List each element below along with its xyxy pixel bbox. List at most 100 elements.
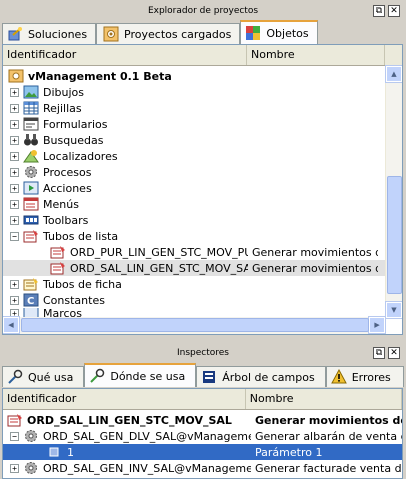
tree-item-busquedas[interactable]: + Busquedas	[3, 132, 402, 148]
hscroll-thumb[interactable]	[20, 318, 369, 332]
tree-item-procesos[interactable]: + Procesos	[3, 164, 402, 180]
column-nombre[interactable]: Nombre	[247, 45, 385, 65]
toolbar-icon	[23, 213, 39, 227]
tree-item-constantes[interactable]: + C Constantes	[3, 292, 402, 308]
inspector-param-row-selected[interactable]: 1 Parámetro 1	[3, 444, 402, 460]
record-pipe-icon	[23, 277, 39, 291]
expand-icon[interactable]: +	[10, 87, 19, 97]
explorer-restore-button[interactable]: ⧉	[373, 5, 385, 17]
constant-icon: C	[23, 293, 39, 307]
explorer-close-button[interactable]: ✕	[388, 5, 400, 17]
collapse-icon[interactable]: −	[10, 431, 19, 441]
inspector-row-id: 1	[67, 445, 74, 459]
scroll-left-button[interactable]: ◀	[3, 316, 20, 334]
tab-errores-label: Errores	[351, 370, 391, 384]
explorer-tree: vManagement 0.1 Beta + Dibujos + Rejilla…	[3, 66, 402, 318]
inspector-row-name: Generar facturade venta desc	[255, 461, 402, 475]
inspectors-tree: ORD_SAL_LIN_GEN_STC_MOV_SAL Generar movi…	[3, 410, 402, 476]
usage-icon	[89, 368, 105, 384]
warning-icon	[330, 368, 347, 385]
expand-icon[interactable]: +	[10, 183, 19, 193]
tab-proyectos-cargados-label: Proyectos cargados	[124, 27, 232, 41]
expand-icon[interactable]: +	[10, 463, 19, 473]
expand-icon[interactable]: +	[10, 103, 19, 113]
inspectors-column-header: Identificador Nombre	[3, 389, 402, 410]
inspectors-panel-title: Inspectores ⧉ ✕	[0, 344, 406, 362]
play-icon	[23, 181, 39, 195]
tab-arbol-de-campos[interactable]: Árbol de campos	[196, 366, 326, 387]
tree-item-label: Toolbars	[43, 213, 89, 227]
uses-icon	[7, 369, 23, 385]
objects-icon	[245, 25, 261, 41]
tab-arbol-de-campos-label: Árbol de campos	[222, 370, 315, 384]
tree-item-label: Busquedas	[43, 133, 104, 147]
scroll-right-button[interactable]: ▶	[368, 316, 386, 334]
inspectors-close-button[interactable]: ✕	[388, 347, 400, 359]
tree-item-name: Generar movimientos de al	[252, 261, 378, 275]
tab-objetos[interactable]: Objetos	[240, 20, 318, 44]
column-identificador[interactable]: Identificador	[3, 45, 247, 65]
gear-icon	[23, 429, 39, 443]
tree-item-label: Acciones	[43, 181, 92, 195]
solutions-icon	[7, 26, 23, 42]
scroll-down-button[interactable]: ▼	[385, 301, 402, 319]
collapse-icon[interactable]: −	[10, 231, 19, 241]
tree-item-label: Dibujos	[43, 85, 84, 99]
expand-icon[interactable]: +	[10, 199, 19, 209]
tree-item-menus[interactable]: + Menús	[3, 196, 402, 212]
tree-root[interactable]: vManagement 0.1 Beta	[3, 68, 402, 84]
list-pipe-icon	[50, 261, 66, 275]
inspectors-tabs: Qué usa Dónde se usa Árbol de campos Err…	[0, 363, 406, 387]
explorer-tabs: Soluciones Proyectos cargados Objetos	[0, 20, 406, 44]
tree-item-acciones[interactable]: + Acciones	[3, 180, 402, 196]
expand-icon[interactable]: +	[10, 215, 19, 225]
expand-icon[interactable]: +	[10, 151, 19, 161]
tab-soluciones[interactable]: Soluciones	[2, 23, 97, 44]
expand-icon[interactable]: +	[10, 135, 19, 145]
column-nombre[interactable]: Nombre	[246, 389, 402, 409]
tree-item-ord-pur-lin[interactable]: ORD_PUR_LIN_GEN_STC_MOV_PUR Generar movi…	[3, 244, 402, 260]
gear-icon	[23, 461, 39, 475]
tree-item-rejillas[interactable]: + Rejillas	[3, 100, 402, 116]
tab-que-usa[interactable]: Qué usa	[2, 366, 85, 387]
list-pipe-icon	[7, 413, 23, 427]
inspector-root-row[interactable]: ORD_SAL_LIN_GEN_STC_MOV_SAL Generar movi…	[3, 412, 402, 428]
inspectors-tree-view: Identificador Nombre ORD_SAL_LIN_GEN_STC…	[2, 388, 403, 479]
inspector-process-row-2[interactable]: + ORD_SAL_GEN_INV_SAL@vManagement Genera…	[3, 460, 402, 476]
tree-item-tubos-de-lista[interactable]: − Tubos de lista	[3, 228, 402, 244]
tab-donde-se-usa[interactable]: Dónde se usa	[84, 363, 197, 387]
column-identificador[interactable]: Identificador	[3, 389, 246, 409]
inspector-row-id: ORD_SAL_LIN_GEN_STC_MOV_SAL	[27, 413, 232, 427]
inspector-row-id: ORD_SAL_GEN_DLV_SAL@vManagement	[43, 429, 251, 443]
expand-icon[interactable]: +	[10, 167, 19, 177]
tree-item-tubos-de-ficha[interactable]: + Tubos de ficha	[3, 276, 402, 292]
tab-proyectos-cargados[interactable]: Proyectos cargados	[96, 23, 241, 44]
inspector-row-name: Generar movimientos de	[255, 413, 403, 427]
tree-item-label: Constantes	[43, 293, 105, 307]
expand-icon[interactable]: +	[10, 119, 19, 129]
gear-icon	[23, 165, 39, 179]
tree-item-toolbars[interactable]: + Toolbars	[3, 212, 402, 228]
tree-item-name: Generar movimientos de al	[252, 245, 378, 259]
tree-item-formularios[interactable]: + Formularios	[3, 116, 402, 132]
scroll-thumb[interactable]	[387, 176, 402, 294]
inspectors-restore-button[interactable]: ⧉	[373, 347, 385, 359]
scroll-up-button[interactable]: ▲	[385, 65, 402, 83]
tab-donde-se-usa-label: Dónde se usa	[110, 369, 186, 383]
tree-item-localizadores[interactable]: + Localizadores	[3, 148, 402, 164]
list-pipe-icon	[50, 245, 66, 259]
tab-errores[interactable]: Errores	[325, 366, 404, 387]
tree-item-dibujos[interactable]: + Dibujos	[3, 84, 402, 100]
list-pipe-icon	[23, 229, 39, 243]
expand-icon[interactable]: +	[10, 295, 19, 305]
tree-item-ord-sal-lin-selected[interactable]: ORD_SAL_LIN_GEN_STC_MOV_SAL Generar movi…	[3, 260, 402, 276]
tree-item-label: Tubos de lista	[43, 229, 119, 243]
tree-root-label: vManagement 0.1 Beta	[28, 69, 172, 83]
explorer-vertical-scrollbar[interactable]: ▲ ▼	[385, 65, 402, 319]
inspector-process-row[interactable]: − ORD_SAL_GEN_DLV_SAL@vManagement Genera…	[3, 428, 402, 444]
expand-icon[interactable]: +	[10, 279, 19, 289]
grid-icon	[23, 101, 39, 115]
explorer-title-text: Explorador de proyectos	[147, 6, 259, 16]
tab-soluciones-label: Soluciones	[28, 27, 88, 41]
explorer-horizontal-scrollbar[interactable]: ◀ ▶	[3, 316, 386, 334]
